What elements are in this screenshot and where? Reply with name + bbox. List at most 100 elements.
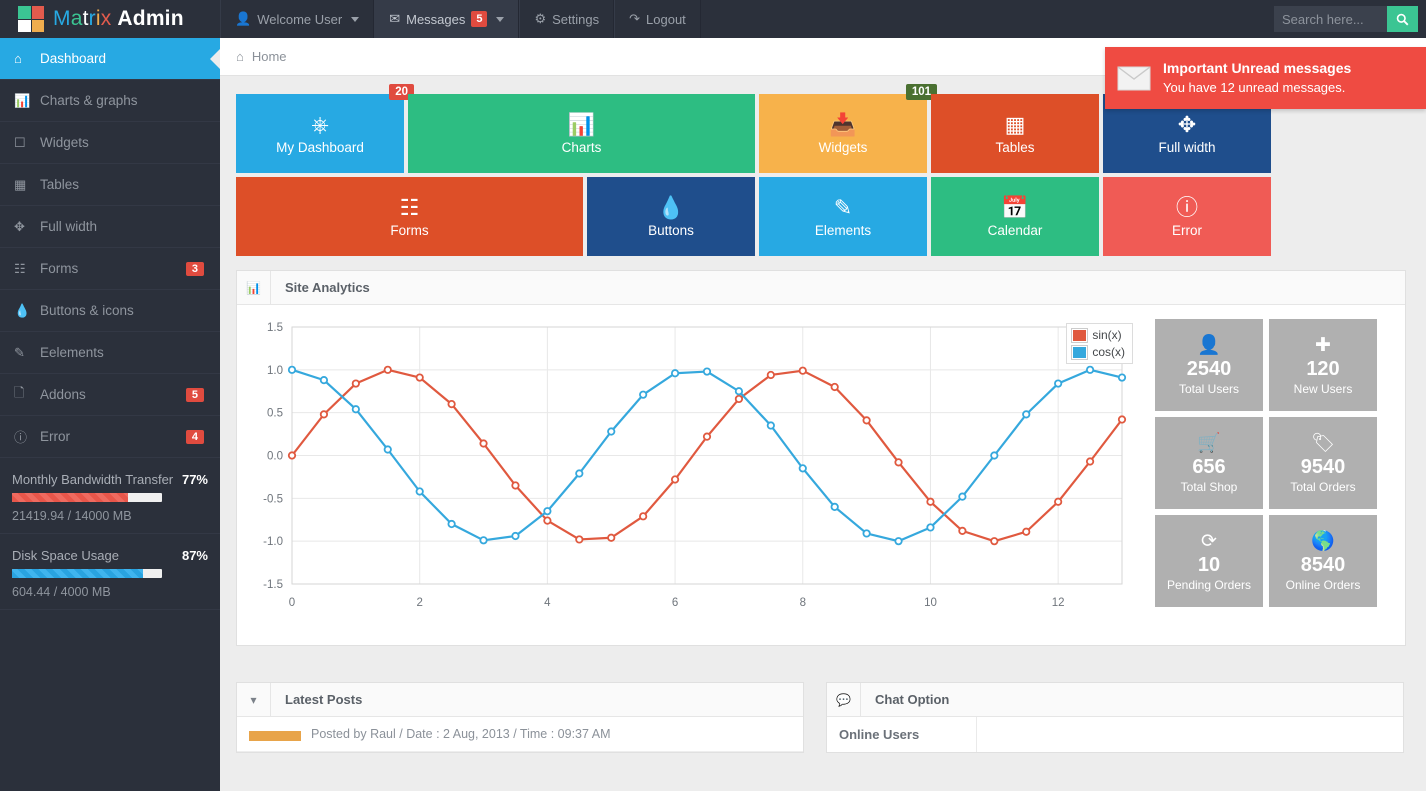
sidebar-item-label: Widgets <box>40 135 89 150</box>
disk-progress-bar <box>12 569 162 578</box>
tile-forms[interactable]: ☷ Forms <box>236 177 583 256</box>
stat-value: 9540 <box>1300 455 1346 478</box>
tile-elements[interactable]: ✎ Elements <box>759 177 927 256</box>
stat-total-orders[interactable]: 🏷 9540 Total Orders <box>1269 417 1377 509</box>
expand-icon: ✥ <box>14 218 25 234</box>
bars-icon: 📊 <box>14 92 31 108</box>
list-icon: ☷ <box>14 260 26 276</box>
logo-grid-icon <box>18 6 44 32</box>
chevron-down-icon <box>351 16 360 22</box>
sidebar-item-label: Eelements <box>40 345 104 360</box>
sidebar-item-label: Error <box>40 429 70 444</box>
legend-label-cos: cos(x) <box>1092 345 1125 359</box>
sidebar-item-widgets[interactable]: ☐ Widgets <box>0 122 220 164</box>
search-button[interactable] <box>1387 6 1418 32</box>
nav-logout-label: Logout <box>646 11 686 27</box>
logout-icon: ↷ <box>629 11 641 26</box>
tile-row-2: ☷ Forms 💧 Buttons ✎ Elements 📅 Calendar … <box>236 177 1406 256</box>
legend-item-cos: cos(x) <box>1071 344 1125 360</box>
list-item[interactable]: Posted by Raul / Date : 2 Aug, 2013 / Ti… <box>237 717 803 752</box>
chart-legend: sin(x) cos(x) <box>1066 323 1133 364</box>
breadcrumb-label[interactable]: Home <box>252 49 287 64</box>
file-icon: 🗋 <box>14 384 25 400</box>
tile-charts[interactable]: 📊 Charts <box>408 94 755 173</box>
brand-logo[interactable]: Matrix Admin <box>0 0 220 38</box>
chat-option-body: Online Users <box>827 717 1403 752</box>
sidebar-item-dashboard[interactable]: ⌂ Dashboard <box>0 38 220 80</box>
chart-x-axis-ticks: 0 2 4 6 8 10 12 <box>289 597 1065 609</box>
sin-cos-line-chart: -1.5 -1.0 -0.5 0.0 0.5 1.0 1.5 0 2 4 6 8 10 12 sin(x… <box>247 319 1137 629</box>
sidebar-item-addons[interactable]: 🗋 Addons 5 <box>0 374 220 416</box>
tile-label: Tables <box>995 139 1035 155</box>
sidebar-item-tables[interactable]: ▦ Tables <box>0 164 220 206</box>
sidebar-item-charts-graphs[interactable]: 📊 Charts & graphs <box>0 80 220 122</box>
nav-messages[interactable]: ✉ Messages 5 <box>374 0 520 38</box>
inbox-icon: ☐ <box>14 134 26 150</box>
tile-label: My Dashboard <box>276 139 364 155</box>
legend-swatch-cos <box>1071 344 1089 360</box>
svg-text:12: 12 <box>1052 597 1065 609</box>
tile-label: Forms <box>390 222 429 238</box>
plus-icon: ✚ <box>1315 334 1331 356</box>
stat-new-users[interactable]: ✚ 120 New Users <box>1269 319 1377 411</box>
info-icon: ⓘ <box>1175 194 1198 220</box>
dashboard-icon: ⎈ <box>311 111 329 137</box>
svg-text:0.0: 0.0 <box>267 451 283 463</box>
stat-label: New Users <box>1293 381 1353 396</box>
chevron-down-icon[interactable]: ▾ <box>237 683 271 716</box>
svg-text:10: 10 <box>924 597 937 609</box>
bandwidth-meter: Monthly Bandwidth Transfer 77% 21419.94 … <box>0 458 220 534</box>
top-nav-items: 👤 Welcome User ✉ Messages 5 ⚙ Settings ↷… <box>220 0 701 38</box>
sidebar-item-eelements[interactable]: ✎ Eelements <box>0 332 220 374</box>
toast-title: Important Unread messages <box>1163 60 1352 76</box>
stat-total-shop[interactable]: 🛒 656 Total Shop <box>1155 417 1263 509</box>
svg-text:6: 6 <box>672 597 678 609</box>
inbox-icon: 📥 <box>829 111 857 137</box>
site-analytics-panel: 📊 Site Analytics -1.5 -1.0 -0.5 0.0 0.5 1.0 1.… <box>236 270 1406 646</box>
svg-text:1.5: 1.5 <box>267 322 283 334</box>
grid-icon: ▦ <box>1004 111 1026 137</box>
list-icon: ☷ <box>399 194 420 220</box>
nav-logout[interactable]: ↷ Logout <box>614 0 701 38</box>
search-input[interactable] <box>1274 6 1387 32</box>
sidebar-item-forms[interactable]: ☷ Forms 3 <box>0 248 220 290</box>
unread-messages-toast[interactable]: Important Unread messages You have 12 un… <box>1105 47 1426 109</box>
globe-icon: 🌎 <box>1311 530 1335 552</box>
tile-widgets[interactable]: 📥 Widgets 101 <box>759 84 937 173</box>
tile-error[interactable]: ⓘ Error <box>1103 177 1271 256</box>
stat-online-orders[interactable]: 🌎 8540 Online Orders <box>1269 515 1377 607</box>
stat-value: 10 <box>1197 553 1221 576</box>
stat-pending-orders[interactable]: ⟳ 10 Pending Orders <box>1155 515 1263 607</box>
stat-label: Total Shop <box>1180 479 1238 494</box>
toast-subtitle: You have 12 unread messages. <box>1163 80 1346 95</box>
tile-buttons[interactable]: 💧 Buttons <box>587 177 755 256</box>
stat-total-users[interactable]: 👤 2540 Total Users <box>1155 319 1263 411</box>
legend-item-sin: sin(x) <box>1071 327 1125 343</box>
envelope-icon <box>1117 65 1151 90</box>
sidebar-item-error[interactable]: ⓘ Error 4 <box>0 416 220 458</box>
sidebar-item-full-width[interactable]: ✥ Full width <box>0 206 220 248</box>
tile-tables[interactable]: ▦ Tables <box>931 94 1099 173</box>
nav-welcome-user[interactable]: 👤 Welcome User <box>220 0 375 38</box>
sidebar: ⌂ Dashboard 📊 Charts & graphs ☐ Widgets … <box>0 38 220 791</box>
tile-label: Full width <box>1158 139 1216 155</box>
sidebar-item-buttons-icons[interactable]: 💧 Buttons & icons <box>0 290 220 332</box>
nav-settings[interactable]: ⚙ Settings <box>519 0 615 38</box>
bandwidth-meter-percent: 77% <box>181 472 208 487</box>
chat-option-panel: 💬 Chat Option Online Users <box>826 682 1404 753</box>
nav-messages-badge: 5 <box>471 11 488 27</box>
legend-swatch-sin <box>1071 327 1089 343</box>
bandwidth-meter-title: Monthly Bandwidth Transfer <box>12 472 174 487</box>
stat-label: Total Users <box>1178 381 1240 396</box>
disk-meter-percent: 87% <box>181 548 208 563</box>
online-users-title: Online Users <box>839 727 920 742</box>
tile-label: Elements <box>814 222 872 238</box>
stat-label: Pending Orders <box>1166 577 1252 592</box>
stat-value: 2540 <box>1186 357 1232 380</box>
sidebar-item-badge: 4 <box>185 429 204 444</box>
tile-calendar[interactable]: 📅 Calendar <box>931 177 1099 256</box>
sidebar-item-badge: 5 <box>185 387 204 402</box>
post-thumbnail <box>249 731 301 741</box>
tile-my-dashboard[interactable]: ⎈ My Dashboard 20 <box>236 84 414 173</box>
chevron-down-icon <box>496 16 505 22</box>
